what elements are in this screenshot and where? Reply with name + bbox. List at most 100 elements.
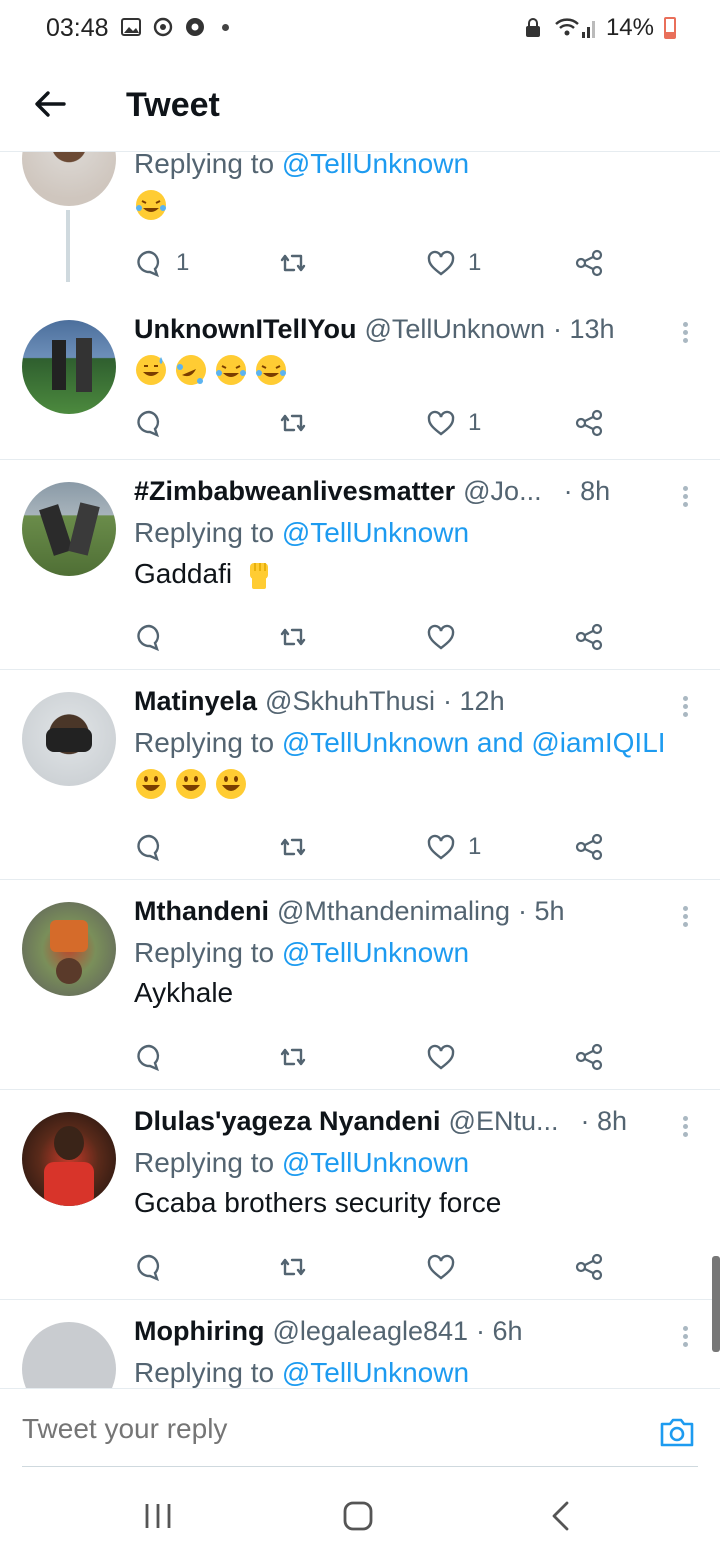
reply-button[interactable] — [134, 1252, 164, 1282]
chrome-icon — [186, 18, 204, 36]
avatar[interactable] — [22, 152, 116, 206]
more-options-icon[interactable] — [680, 904, 690, 930]
tears-of-joy-emoji-icon — [256, 355, 286, 385]
grinning-emoji-icon — [216, 769, 246, 799]
handle[interactable]: @ENtu... — [449, 1106, 559, 1137]
mention-link[interactable]: @TellUnknown — [282, 937, 469, 968]
tweet-header: Matinyela @SkhuhThusi · 12h — [134, 686, 690, 717]
lock-icon — [525, 18, 540, 37]
avatar[interactable] — [22, 1322, 116, 1388]
display-name[interactable]: Dlulas'yageza Nyandeni — [134, 1106, 441, 1137]
more-options-icon[interactable] — [680, 1114, 690, 1140]
tweet-actions — [134, 622, 614, 662]
like-button[interactable] — [426, 1252, 456, 1282]
display-name[interactable]: Mophiring — [134, 1316, 264, 1347]
retweet-button[interactable] — [278, 622, 308, 652]
home-icon[interactable] — [338, 1500, 378, 1532]
avatar[interactable] — [22, 482, 116, 576]
retweet-icon — [280, 1048, 306, 1066]
emoji-row — [134, 767, 690, 801]
status-right: 14% — [522, 14, 676, 42]
like-button[interactable]: 1 — [426, 832, 481, 862]
share-icon — [575, 249, 603, 277]
back-arrow-icon[interactable] — [28, 82, 72, 126]
avatar[interactable] — [22, 1112, 116, 1206]
retweet-icon — [280, 414, 306, 432]
retweet-button[interactable] — [278, 408, 308, 438]
retweet-button[interactable] — [278, 1252, 308, 1282]
back-nav-icon[interactable] — [542, 1500, 582, 1532]
handle[interactable]: @Mthandenimaling — [277, 896, 510, 927]
like-button[interactable]: 1 — [426, 248, 481, 278]
timestamp: · 5h — [518, 896, 565, 926]
status-time: 03:48 — [46, 14, 109, 42]
mention-link[interactable]: @TellUnknown — [282, 1357, 469, 1388]
more-options-icon[interactable] — [680, 1324, 690, 1350]
tweet[interactable]: Matinyela @SkhuhThusi · 12h Replying to … — [0, 670, 720, 880]
display-name[interactable]: Matinyela — [134, 686, 257, 717]
heart-icon — [427, 834, 455, 860]
tears-of-joy-emoji-icon — [136, 190, 166, 220]
tweet-actions: 1 1 — [134, 248, 614, 288]
more-notifications-dot — [222, 23, 229, 31]
mention-link[interactable]: @TellUnknown — [282, 152, 469, 179]
emoji-row — [134, 188, 690, 222]
recent-apps-icon[interactable] — [138, 1500, 178, 1532]
mention-link[interactable]: @TellUnknown — [282, 517, 469, 548]
tweet-header: UnknownITellYou @TellUnknown · 13h — [134, 314, 690, 345]
reply-button[interactable] — [134, 408, 164, 438]
avatar[interactable] — [22, 320, 116, 414]
tears-of-joy-emoji-icon — [216, 355, 246, 385]
retweet-button[interactable] — [278, 1042, 308, 1072]
share-button[interactable] — [574, 1252, 604, 1282]
reply-button[interactable] — [134, 832, 164, 862]
display-name[interactable]: UnknownITellYou — [134, 314, 357, 345]
avatar[interactable] — [22, 902, 116, 996]
handle[interactable]: @TellUnknown — [365, 314, 545, 345]
tweet[interactable]: #Zimbabweanlivesmatter @Jo... · 8h Reply… — [0, 460, 720, 670]
status-bar: 03:48 14% — [0, 0, 720, 58]
reply-input[interactable] — [22, 1413, 582, 1445]
like-button[interactable] — [426, 622, 456, 652]
tweet[interactable]: Dlulas'yageza Nyandeni @ENtu... · 8h Rep… — [0, 1090, 720, 1300]
tweet-body: Matinyela @SkhuhThusi · 12h Replying to … — [134, 686, 690, 801]
reply-button[interactable] — [134, 1042, 164, 1072]
share-button[interactable] — [574, 622, 604, 652]
share-button[interactable] — [574, 408, 604, 438]
like-button[interactable]: 1 — [426, 408, 481, 438]
share-button[interactable] — [574, 1042, 604, 1072]
reply-divider — [22, 1466, 698, 1467]
camera-icon[interactable] — [658, 1413, 696, 1451]
timestamp: · 6h — [476, 1316, 523, 1346]
battery-icon — [664, 17, 676, 39]
share-button[interactable] — [574, 832, 604, 862]
handle[interactable]: @Jo... — [463, 476, 541, 507]
thread-line — [66, 210, 70, 282]
more-options-icon[interactable] — [680, 320, 690, 346]
like-button[interactable] — [426, 1042, 456, 1072]
more-options-icon[interactable] — [680, 694, 690, 720]
handle[interactable]: @SkhuhThusi — [265, 686, 435, 717]
retweet-button[interactable] — [278, 832, 308, 862]
display-name[interactable]: Mthandeni — [134, 896, 269, 927]
tweet[interactable]: UnknownITellYou @TellUnknown · 13h 1 — [0, 300, 720, 460]
tweet-body: Mophiring @legaleagle841 · 6h Replying t… — [134, 1316, 690, 1388]
share-button[interactable] — [574, 248, 604, 278]
handle[interactable]: @legaleagle841 — [272, 1316, 468, 1347]
sweat-smile-emoji-icon — [136, 355, 166, 385]
reply-count: 1 — [176, 249, 190, 276]
replying-to: Replying to @TellUnknown — [134, 517, 470, 548]
gallery-icon — [121, 18, 141, 36]
more-options-icon[interactable] — [680, 484, 690, 510]
display-name[interactable]: #Zimbabweanlivesmatter — [134, 476, 455, 507]
reply-feed[interactable]: Replying to @TellUnknown 1 1 UnknownITel… — [0, 152, 720, 1388]
reply-button[interactable] — [134, 622, 164, 652]
retweet-button[interactable] — [278, 248, 308, 278]
tweet[interactable]: Mophiring @legaleagle841 · 6h Replying t… — [0, 1300, 720, 1388]
avatar[interactable] — [22, 692, 116, 786]
scrollbar-thumb[interactable] — [712, 1256, 720, 1352]
mention-link[interactable]: @TellUnknown — [282, 1147, 469, 1178]
reply-button[interactable]: 1 — [134, 248, 189, 278]
mention-link[interactable]: @TellUnknown and @iamIQILI — [282, 727, 666, 758]
tweet[interactable]: Mthandeni @Mthandenimaling · 5h Replying… — [0, 880, 720, 1090]
